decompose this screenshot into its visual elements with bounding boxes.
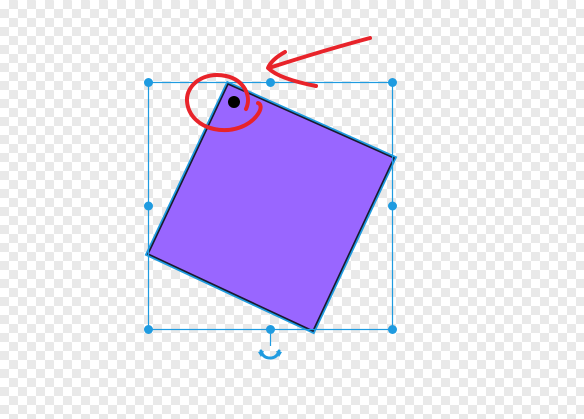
editor-canvas[interactable] [0,0,584,419]
canvas-svg [144,36,398,360]
resize-handle-bottom-left[interactable] [144,325,153,334]
rotate-handle[interactable] [258,334,282,360]
square-fill [146,82,396,333]
resize-handle-top-right[interactable] [388,78,397,87]
resize-handle-bottom-middle[interactable] [266,325,275,334]
rotate-arrow-icon [258,349,282,360]
resize-handle-middle-left[interactable] [144,201,153,211]
rotated-square-shape[interactable] [144,80,398,335]
resize-handle-top-left[interactable] [144,78,153,87]
resize-handle-top-middle[interactable] [266,78,275,87]
resize-handle-bottom-right[interactable] [388,325,397,334]
resize-handle-middle-right[interactable] [388,201,397,211]
corner-dot-marker [228,96,240,108]
